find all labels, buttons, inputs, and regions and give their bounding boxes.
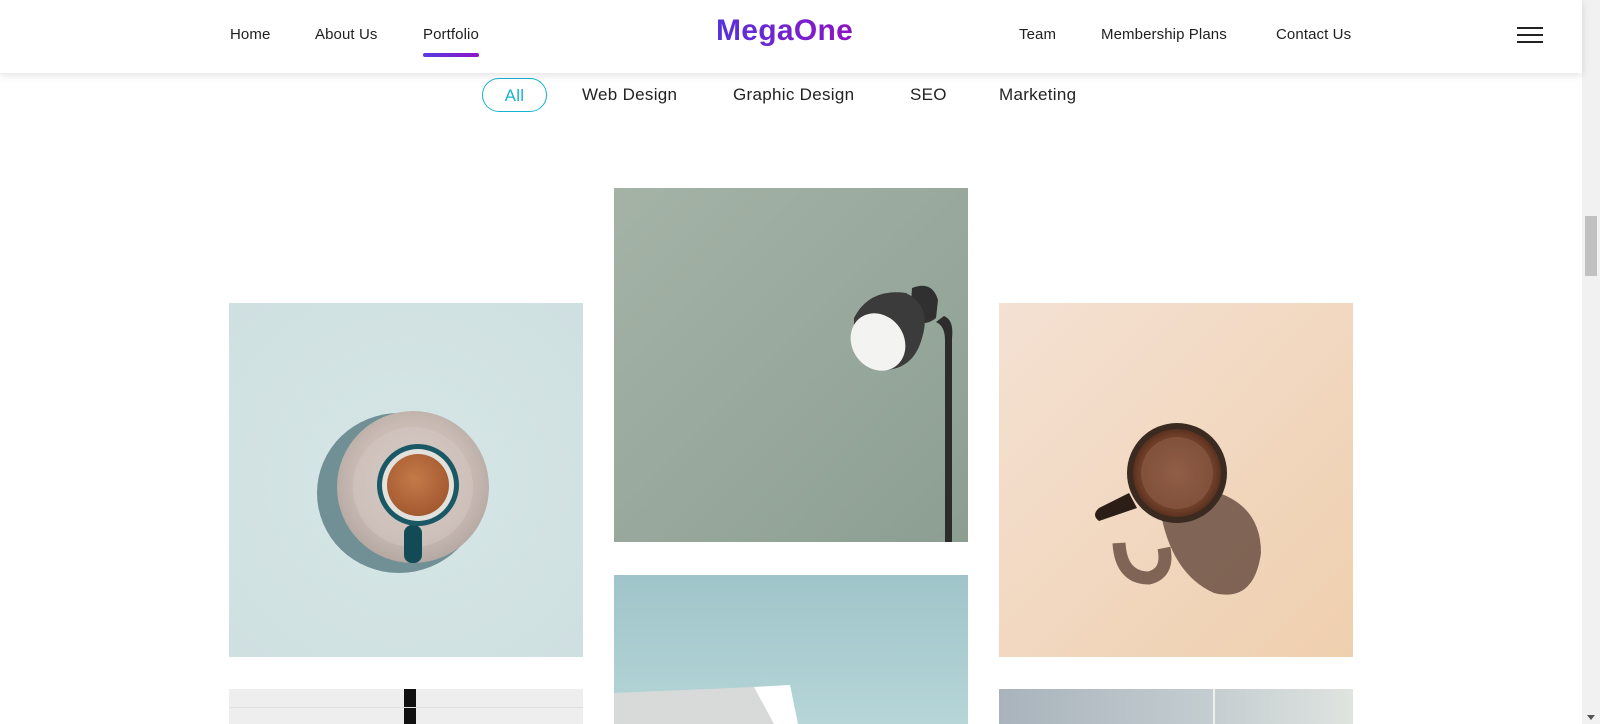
filter-all[interactable]: All [482,78,547,112]
gray-gradient-image [999,689,1353,724]
site-logo[interactable]: MegaOne [716,14,853,48]
nav-membership-plans[interactable]: Membership Plans [1101,26,1227,43]
building-sky-image [614,575,968,724]
scrollbar-thumb[interactable] [1585,216,1597,276]
portfolio-item-gray-gradient[interactable] [999,689,1353,724]
white-interior-image [229,689,583,724]
filter-marketing[interactable]: Marketing [999,78,1076,112]
portfolio-filters: All Web Design Graphic Design SEO Market… [0,78,1582,114]
portfolio-item-building-sky[interactable] [614,575,968,724]
site-header: Home About Us Portfolio MegaOne Team Mem… [0,0,1582,73]
page-scrollbar[interactable] [1582,0,1600,724]
scroll-down-arrow-icon[interactable] [1587,715,1595,720]
nav-portfolio[interactable]: Portfolio [423,26,479,57]
filter-graphic-design[interactable]: Graphic Design [733,78,854,112]
portfolio-item-floor-lamp[interactable] [614,188,968,542]
coffee-mug-image [999,303,1353,657]
nav-home[interactable]: Home [230,26,270,43]
portfolio-item-coffee-mug[interactable] [999,303,1353,657]
floor-lamp-image [614,188,968,542]
nav-team[interactable]: Team [1019,26,1056,43]
filter-seo[interactable]: SEO [910,78,947,112]
portfolio-item-white-interior[interactable] [229,689,583,724]
nav-contact-us[interactable]: Contact Us [1276,26,1351,43]
coffee-cup-image [229,303,583,657]
portfolio-page: Home About Us Portfolio MegaOne Team Mem… [0,0,1600,724]
nav-about-us[interactable]: About Us [315,26,378,43]
hamburger-menu-icon[interactable] [1517,27,1543,45]
filter-web-design[interactable]: Web Design [582,78,677,112]
portfolio-item-coffee-cup[interactable] [229,303,583,657]
